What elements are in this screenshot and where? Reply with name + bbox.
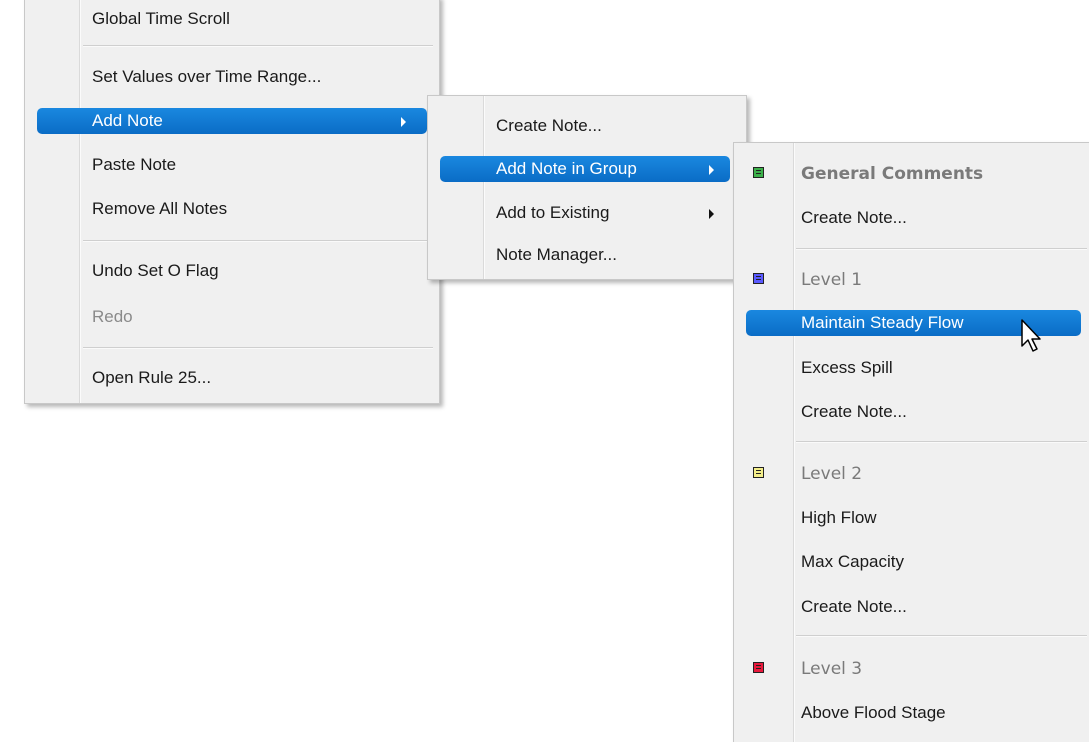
menu-item-add-note[interactable]: Add Note <box>25 106 439 136</box>
menu-separator <box>83 347 433 349</box>
menu-separator <box>83 240 433 242</box>
group-header-level-2: Level 2 <box>734 459 1089 489</box>
menu-item-create-note[interactable]: Create Note... <box>734 203 1089 233</box>
menu-separator <box>83 45 433 47</box>
menu-item-label: Note Manager... <box>496 245 617 264</box>
menu-item-label: Create Note... <box>801 402 907 421</box>
menu-item-label: Remove All Notes <box>92 199 228 218</box>
group-header-label: General Comments <box>801 164 984 184</box>
menu-item-open-rule-25[interactable]: Open Rule 25... <box>25 363 439 393</box>
note-group-submenu: General Comments Create Note... Level 1 … <box>733 142 1089 742</box>
menu-item-high-flow[interactable]: High Flow <box>734 503 1089 533</box>
menu-item-label: Add to Existing <box>496 203 610 222</box>
menu-item-add-note-in-group[interactable]: Add Note in Group <box>428 154 746 184</box>
menu-item-label: Open Rule 25... <box>92 368 212 387</box>
menu-item-paste-note[interactable]: Paste Note <box>25 150 439 180</box>
menu-item-remove-all-notes[interactable]: Remove All Notes <box>25 194 439 224</box>
note-group-icon <box>753 662 764 673</box>
menu-item-label: Max Capacity <box>801 552 904 571</box>
menu-item-label: Add Note <box>92 111 163 130</box>
menu-item-set-values-over-time-range[interactable]: Set Values over Time Range... <box>25 62 439 92</box>
group-header-level-3: Level 3 <box>734 654 1089 684</box>
menu-item-create-note[interactable]: Create Note... <box>734 397 1089 427</box>
menu-item-label: Above Flood Stage <box>801 703 946 722</box>
menu-item-label: Add Note in Group <box>496 159 637 178</box>
menu-item-label: Create Note... <box>496 116 602 135</box>
menu-item-excess-spill[interactable]: Excess Spill <box>734 353 1089 383</box>
menu-item-add-to-existing[interactable]: Add to Existing <box>428 198 746 228</box>
menu-item-label: Set Values over Time Range... <box>92 67 322 86</box>
submenu-arrow-icon <box>709 165 714 175</box>
note-group-icon <box>753 167 764 178</box>
group-header-label: Level 2 <box>801 464 863 484</box>
menu-item-label: High Flow <box>801 508 877 527</box>
menu-item-label: Global Time Scroll <box>92 9 230 28</box>
menu-item-label: Redo <box>92 307 133 326</box>
menu-item-label: Undo Set O Flag <box>92 261 219 280</box>
note-group-icon <box>753 467 764 478</box>
submenu-arrow-icon <box>709 209 714 219</box>
menu-separator <box>796 635 1087 637</box>
note-group-icon <box>753 273 764 284</box>
menu-item-label: Create Note... <box>801 597 907 616</box>
menu-separator <box>796 441 1087 443</box>
menu-item-label: Excess Spill <box>801 358 893 377</box>
menu-item-create-note[interactable]: Create Note... <box>428 111 746 141</box>
submenu-arrow-icon <box>401 117 406 127</box>
group-header-label: Level 1 <box>801 270 863 290</box>
menu-item-note-manager[interactable]: Note Manager... <box>428 240 746 270</box>
menu-item-label: Paste Note <box>92 155 177 174</box>
add-note-submenu: Create Note... Add Note in Group Add to … <box>427 95 747 280</box>
group-header-level-1: Level 1 <box>734 265 1089 295</box>
menu-item-undo-set-o-flag[interactable]: Undo Set O Flag <box>25 256 439 286</box>
menu-separator <box>796 248 1087 250</box>
menu-item-redo[interactable]: Redo <box>25 302 439 332</box>
menu-item-create-note[interactable]: Create Note... <box>734 592 1089 622</box>
menu-item-label: Maintain Steady Flow <box>801 313 964 332</box>
mouse-pointer-icon <box>1021 319 1041 352</box>
group-header-label: Level 3 <box>801 659 863 679</box>
menu-item-label: Create Note... <box>801 208 907 227</box>
menu-item-global-time-scroll[interactable]: Global Time Scroll <box>25 4 439 34</box>
group-header-general-comments: General Comments <box>734 159 1089 189</box>
menu-item-max-capacity[interactable]: Max Capacity <box>734 547 1089 577</box>
menu-item-above-flood-stage[interactable]: Above Flood Stage <box>734 698 1089 728</box>
context-menu: Global Time Scroll Set Values over Time … <box>24 0 440 404</box>
